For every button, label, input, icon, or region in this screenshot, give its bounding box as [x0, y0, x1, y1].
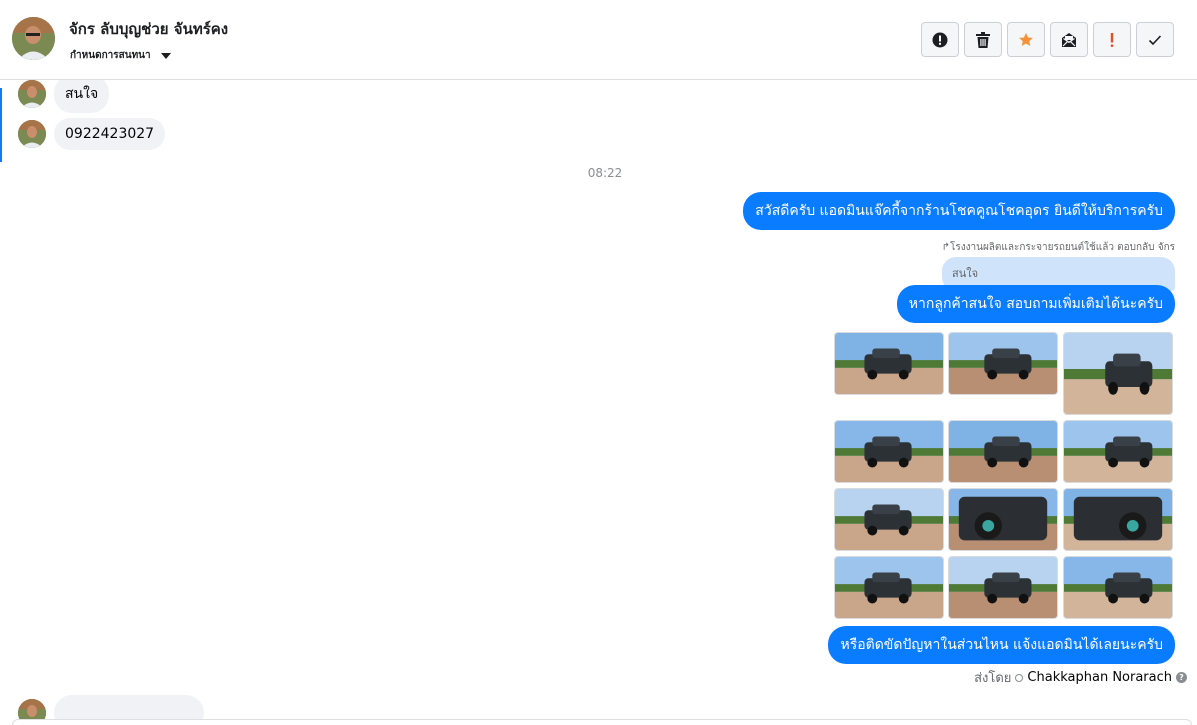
sender-name: Chakkaphan Norarach: [1027, 670, 1172, 685]
caret-down-icon: [160, 52, 171, 59]
mark-unread-icon: [1062, 32, 1076, 47]
incoming-message-row-partial: [18, 695, 204, 720]
sent-status-icon: [1015, 673, 1024, 682]
outgoing-message-bubble[interactable]: หากลูกค้าสนใจ สอบถามเพิ่มเติมได้นะครับ: [896, 285, 1175, 323]
incoming-message-bubble-partial[interactable]: [54, 695, 204, 720]
contact-avatar-small: [18, 699, 46, 720]
assign-conversation-dropdown[interactable]: กำหนดการสนทนา: [70, 48, 171, 63]
mark-important-button[interactable]: [1093, 22, 1131, 57]
checkmark-icon: [1148, 34, 1162, 45]
info-circle-icon: [932, 32, 948, 47]
exclamation-icon: [1110, 32, 1114, 47]
star-icon: [1019, 32, 1033, 46]
gallery-photo[interactable]: [1063, 556, 1173, 619]
incoming-message-row: สนใจ: [18, 80, 110, 113]
incoming-message-bubble[interactable]: สนใจ: [54, 80, 110, 113]
reply-arrow-icon: ↱: [941, 242, 950, 253]
trash-icon: [976, 31, 990, 48]
contact-avatar[interactable]: [12, 17, 55, 60]
outgoing-message-bubble[interactable]: หรือติดขัดปัญหาในส่วนไหน แจ้งแอดมินได้เล…: [828, 626, 1175, 664]
outgoing-message-bubble[interactable]: สวัสดีครับ แอดมินแจ๊คกี้จากร้านโชคคูณโชค…: [743, 192, 1175, 230]
reply-context-label: ↱โรงงานผลิตและกระจายรถยนต์ใช้แล้ว ตอบกลั…: [941, 242, 1175, 253]
delete-button[interactable]: [964, 22, 1002, 57]
conversation-toolbar: [921, 22, 1174, 57]
gallery-photo[interactable]: [1063, 420, 1173, 483]
incoming-message-bubble[interactable]: 0922423027: [54, 118, 166, 150]
contact-avatar-small: [18, 80, 46, 108]
mark-done-button[interactable]: [1136, 22, 1174, 57]
sent-by-label: ส่งโดย Chakkaphan Norarach ?: [974, 667, 1187, 688]
gallery-photo[interactable]: [1063, 332, 1173, 415]
gallery-photo[interactable]: [834, 488, 944, 551]
message-thread[interactable]: สนใจ 0922423027 08:22 สวัสดีครับ แอดมินแ…: [0, 80, 1197, 720]
contact-avatar-small: [18, 120, 46, 148]
contact-name[interactable]: จักร ลับบุญช่วย จันทร์คง: [69, 17, 228, 41]
help-icon[interactable]: ?: [1176, 672, 1187, 683]
gallery-photo[interactable]: [834, 420, 944, 483]
gallery-photo[interactable]: [948, 488, 1058, 551]
sent-by-prefix: ส่งโดย: [974, 671, 1012, 686]
mark-unread-button[interactable]: [1050, 22, 1088, 57]
gallery-photo[interactable]: [948, 420, 1058, 483]
quoted-message-text: สนใจ: [952, 267, 979, 280]
gallery-photo[interactable]: [948, 332, 1058, 395]
gallery-photo[interactable]: [834, 556, 944, 619]
gallery-photo[interactable]: [948, 556, 1058, 619]
gallery-photo[interactable]: [1063, 488, 1173, 551]
selection-accent-bar: [0, 88, 2, 162]
gallery-photo[interactable]: [834, 332, 944, 395]
assign-conversation-label: กำหนดการสนทนา: [70, 50, 151, 61]
incoming-message-row: 0922423027: [18, 118, 166, 150]
report-spam-button[interactable]: [921, 22, 959, 57]
conversation-header: จักร ลับบุญช่วย จันทร์คง กำหนดการสนทนา: [0, 0, 1197, 80]
message-composer[interactable]: [12, 719, 1192, 725]
star-button[interactable]: [1007, 22, 1045, 57]
message-timestamp: 08:22: [587, 166, 623, 180]
